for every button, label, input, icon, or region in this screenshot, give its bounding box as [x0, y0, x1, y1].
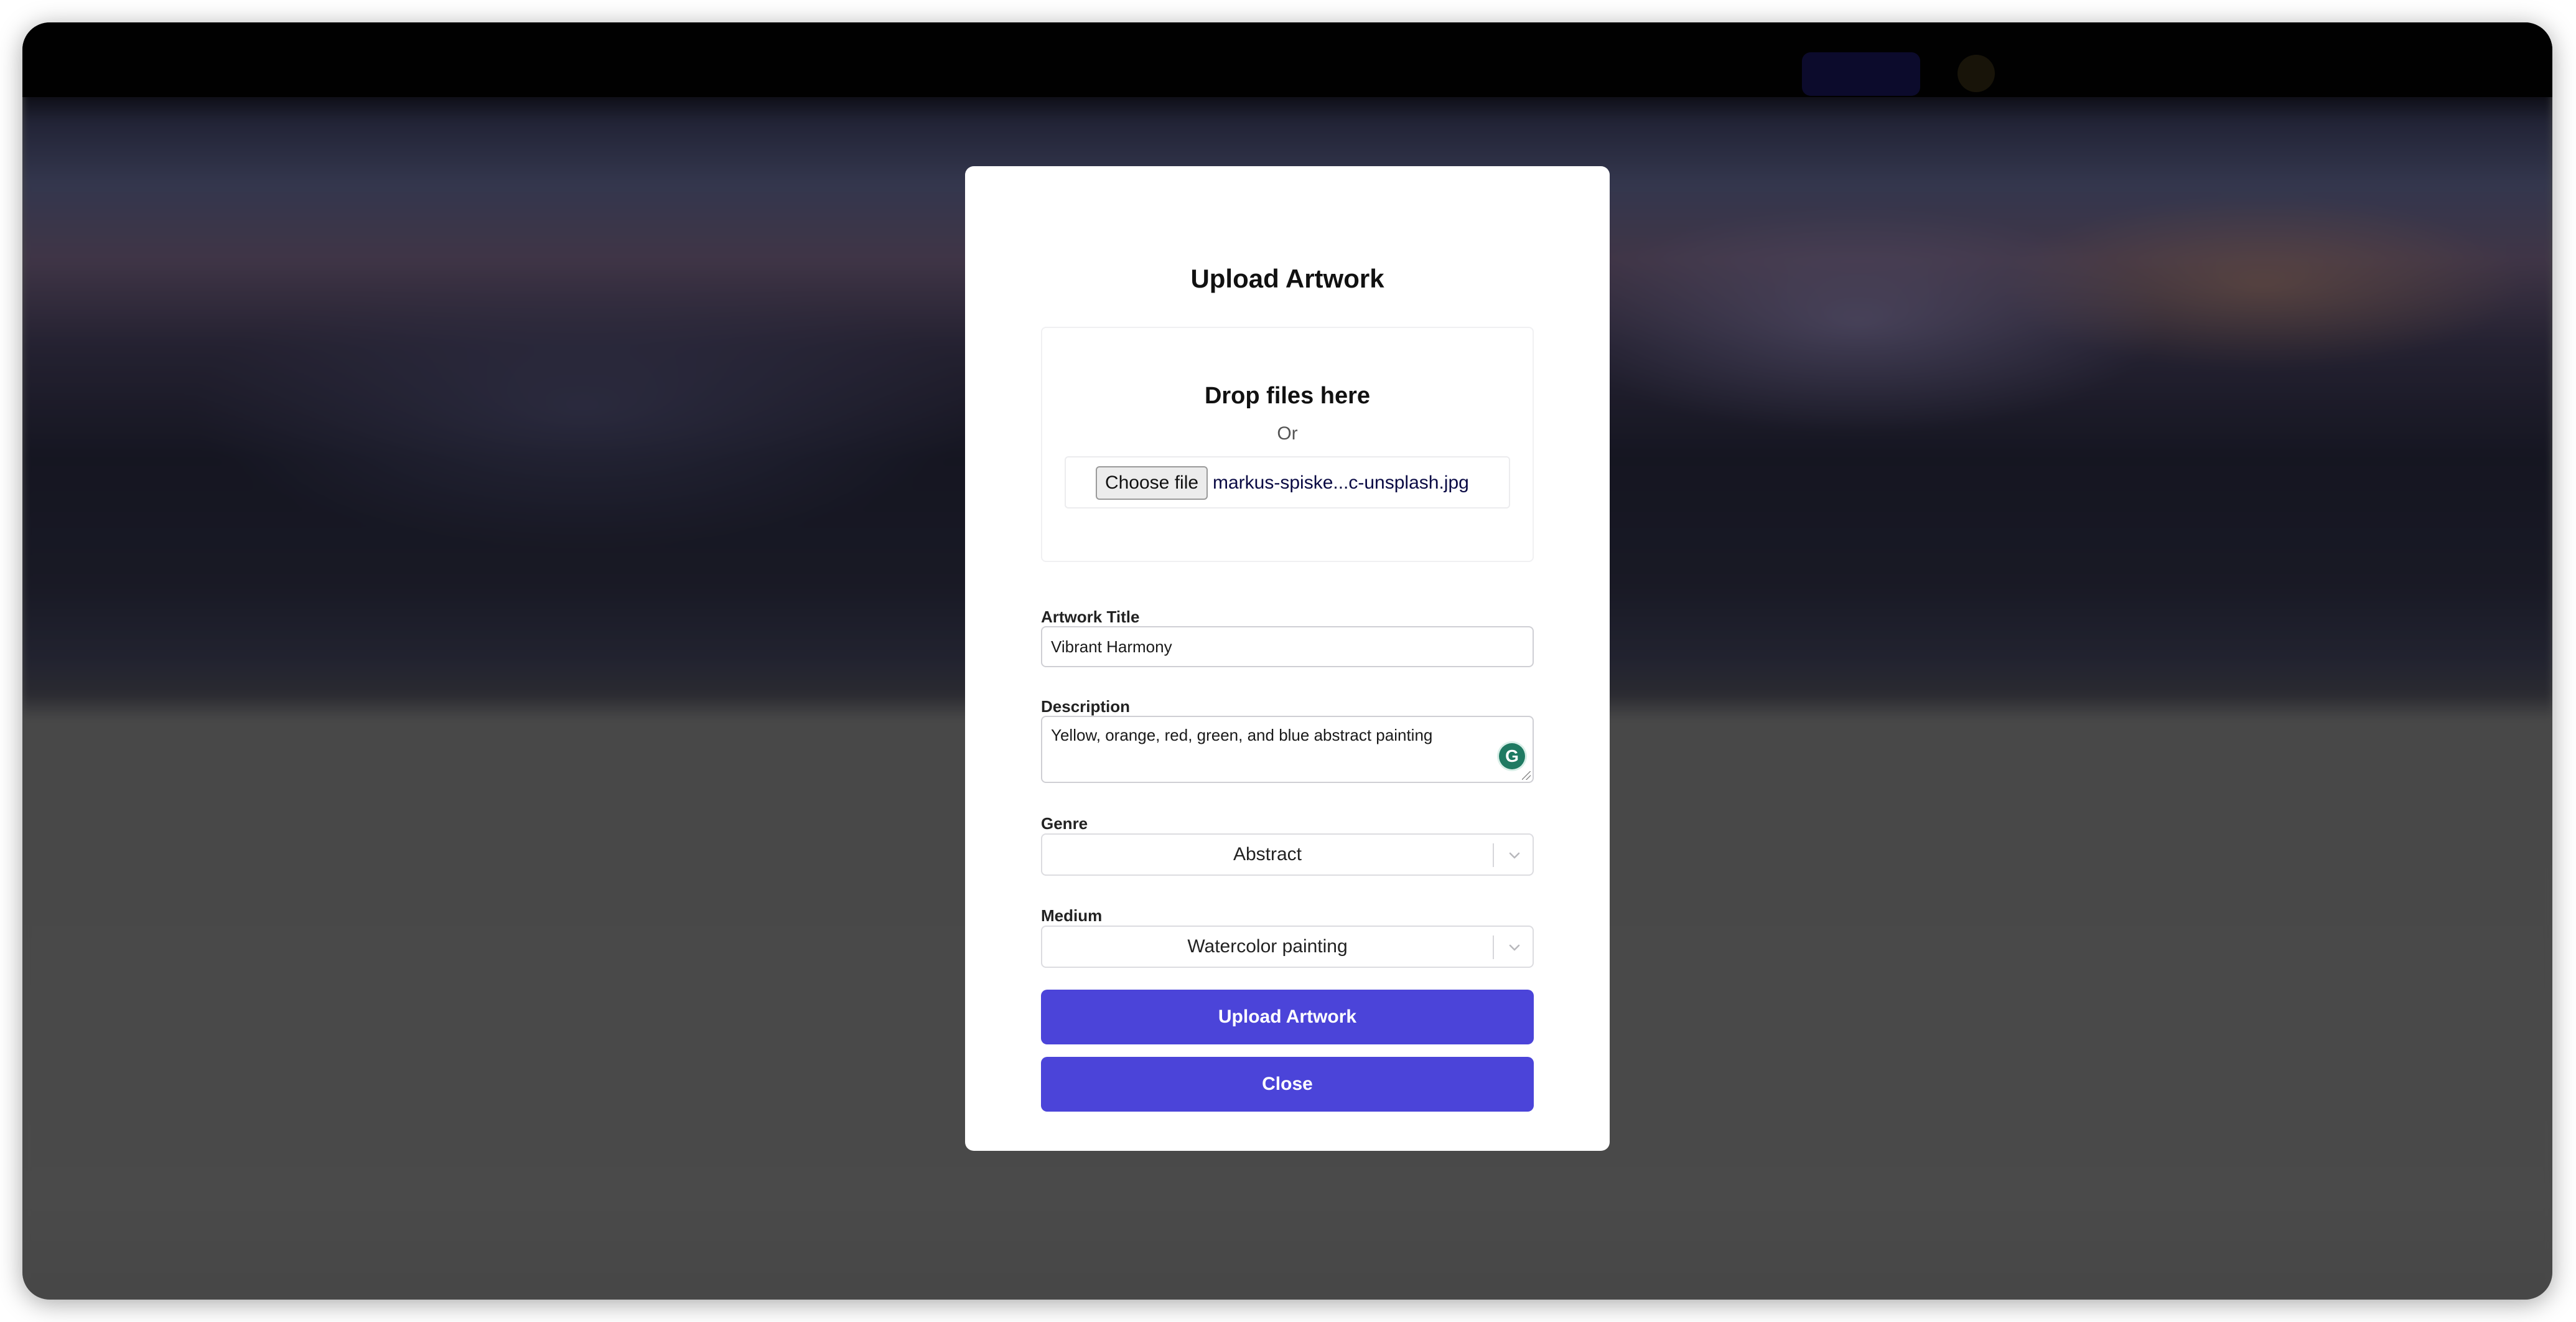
description-textarea[interactable]: Yellow, orange, red, green, and blue abs…: [1041, 716, 1534, 783]
choose-file-button[interactable]: Choose file: [1096, 466, 1208, 500]
selected-file-name: markus-spiske...c-unsplash.jpg: [1213, 472, 1469, 493]
medium-label: Medium: [1041, 906, 1103, 925]
genre-label: Genre: [1041, 814, 1088, 833]
dropzone-heading: Drop files here: [1204, 383, 1371, 409]
app-window: Upload Artwork Drop files here Or Choose…: [22, 22, 2552, 1300]
close-button[interactable]: Close: [1041, 1057, 1534, 1112]
select-divider: [1493, 843, 1494, 867]
medium-selected-value: Watercolor painting: [1187, 936, 1348, 957]
medium-select[interactable]: Watercolor painting: [1041, 926, 1534, 968]
description-label: Description: [1041, 697, 1131, 716]
artwork-title-input[interactable]: Vibrant Harmony: [1041, 626, 1534, 667]
select-divider: [1493, 935, 1494, 959]
chevron-down-icon[interactable]: [1503, 843, 1526, 867]
textarea-resize-handle[interactable]: [1522, 771, 1531, 780]
dropzone-or-text: Or: [1277, 423, 1298, 444]
file-input[interactable]: Choose file markus-spiske...c-unsplash.j…: [1065, 456, 1510, 509]
artwork-title-label: Artwork Title: [1041, 607, 1140, 626]
file-dropzone[interactable]: Drop files here Or Choose file markus-sp…: [1041, 327, 1534, 562]
description-text: Yellow, orange, red, green, and blue abs…: [1051, 726, 1433, 744]
modal-title: Upload Artwork: [1190, 264, 1384, 293]
upload-artwork-button[interactable]: Upload Artwork: [1041, 990, 1534, 1044]
genre-select[interactable]: Abstract: [1041, 833, 1534, 876]
genre-selected-value: Abstract: [1233, 844, 1302, 865]
chevron-down-icon[interactable]: [1503, 935, 1526, 959]
grammarly-icon[interactable]: G: [1499, 743, 1525, 769]
upload-artwork-modal: Upload Artwork Drop files here Or Choose…: [965, 166, 1610, 1151]
